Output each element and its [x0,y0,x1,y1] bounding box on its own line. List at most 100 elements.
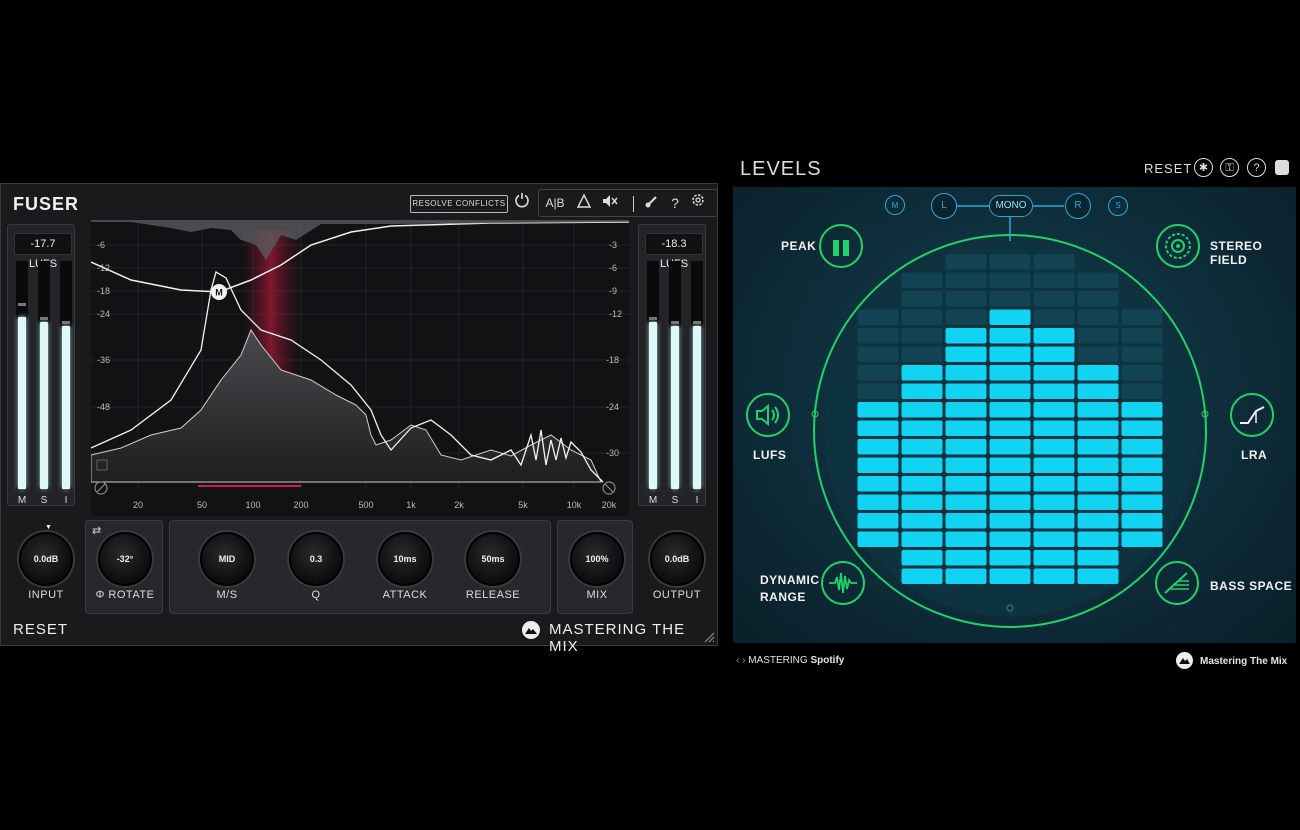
level-cell-lit [989,457,1031,473]
level-cell [1077,346,1119,362]
level-cell-lit [1033,550,1075,566]
toolbar-divider [633,196,634,212]
mute-icon[interactable] [599,192,621,214]
resolve-conflicts-button[interactable]: RESOLVE CONFLICTS [410,195,508,213]
level-cell-lit [1121,494,1163,510]
streaming-target-selector[interactable]: ‹ › MASTERING Spotify [736,655,844,666]
level-cell-lit [901,457,943,473]
level-cell-lit [989,328,1031,344]
level-cell-lit [989,550,1031,566]
stereo-field-meter-button[interactable] [1156,224,1200,268]
rotate-knob[interactable]: -32° [98,532,152,586]
input-meter-track [16,261,28,491]
output-meter-label: S [671,495,679,506]
ab-compare-button[interactable]: A|B [544,192,566,214]
spectrum-display[interactable]: M -6 -12 -18 -24 -36 -48 -3 -6 -9 -12 -18 -24 -30 20 5… [90,220,630,516]
level-cell-lit [857,513,899,529]
level-cell-lit [1033,328,1075,344]
level-cell-lit [1033,476,1075,492]
level-cell-lit [1077,568,1119,584]
input-marker-icon: ▼ [45,524,52,531]
output-lufs-readout: -18.3 LUFS [645,233,703,270]
attack-knob[interactable]: 10ms [378,532,432,586]
input-meter-fill [62,326,70,489]
peak-meter-button[interactable] [819,224,863,268]
mix-knob-body: 100% [570,532,624,586]
level-cell-lit [989,383,1031,399]
output-knob-label: OUTPUT [652,589,702,601]
input-knob[interactable]: 0.0dB [19,532,73,586]
input-meter-fill [18,317,26,489]
level-cell [1033,254,1075,270]
delta-icon[interactable] [573,192,595,214]
level-cell-lit [989,494,1031,510]
mode-button-r[interactable]: R [1065,193,1091,219]
level-cell [1077,272,1119,288]
help-icon[interactable]: ? [1247,158,1266,177]
freq-tick: 2k [454,500,464,510]
lufs-label: LUFS [753,448,787,462]
chevrons-icon[interactable]: ‹ › [736,655,745,666]
gear-icon[interactable]: ✱ [1194,158,1213,177]
lufs-meter-button[interactable] [746,393,790,437]
mastering-the-mix-logo-icon [1176,652,1193,669]
level-cell [945,272,987,288]
rotate-mode-icon[interactable]: ⇄ [92,524,101,537]
q-knob[interactable]: 0.3 [289,532,343,586]
level-cell-lit [1077,513,1119,529]
resize-handle-icon[interactable] [703,630,715,643]
sidechain-spectrum [91,220,629,260]
input-knob-value: 0.0dB [33,554,59,564]
level-cell [1077,309,1119,325]
spectrum-graph: M -6 -12 -18 -24 -36 -48 -3 -6 -9 -12 -18 -24 -30 20 5… [90,220,630,510]
ms-knob[interactable]: MID [200,532,254,586]
dynamic-range-label-line2: RANGE [760,590,806,604]
freq-tick: 10k [567,500,582,510]
high-cut-handle-slash [604,483,614,493]
level-cell-lit [989,439,1031,455]
level-cell-lit [901,365,943,381]
output-meter-fill [671,326,679,489]
menu-icon[interactable] [1275,160,1289,175]
brush-icon[interactable] [641,192,663,214]
help-icon[interactable]: ? [664,192,686,214]
stereo-field-icon [1165,233,1191,259]
db-tick-left: -6 [97,240,105,250]
level-cell [901,328,943,344]
threshold-curve [90,221,630,293]
release-knob[interactable]: 50ms [466,532,520,586]
level-cell-lit [1033,346,1075,362]
level-cell-lit [1121,420,1163,436]
mix-knob[interactable]: 100% [570,532,624,586]
output-meter-panel: -18.3 LUFS M S I [638,224,706,506]
mode-button-l[interactable]: L [931,193,957,219]
level-cell-lit [1121,531,1163,547]
output-peak-hold [693,321,701,324]
mode-button-mono[interactable]: MONO [989,195,1033,217]
bass-space-meter-button[interactable] [1155,561,1199,605]
level-cell-lit [1033,439,1075,455]
output-knob[interactable]: 0.0dB [650,532,704,586]
level-cell-lit [901,494,943,510]
input-meter-label: I [64,495,68,506]
level-cell-lit [1121,439,1163,455]
levels-title: LEVELS [740,158,822,180]
low-cut-handle-slash [96,483,106,493]
reset-button[interactable]: RESET [13,621,68,638]
level-cell [857,346,899,362]
freq-tick: 1k [406,500,416,510]
gear-icon[interactable] [687,192,709,214]
speaker-icon [756,403,779,427]
peak-label: PEAK [781,239,817,253]
power-icon[interactable] [511,192,533,214]
lra-meter-button[interactable] [1230,393,1274,437]
output-knob-value: 0.0dB [664,554,690,564]
level-cell-lit [989,568,1031,584]
db-tick-right: -18 [606,355,619,365]
key-icon[interactable]: ⚿ [1220,158,1239,177]
dynamic-range-meter-button[interactable] [821,561,865,605]
mode-button-m[interactable]: M [885,195,905,215]
mode-button-s[interactable]: S [1108,196,1128,216]
release-knob-label: RELEASE [465,589,521,601]
levels-reset-button[interactable]: RESET [1144,161,1192,176]
